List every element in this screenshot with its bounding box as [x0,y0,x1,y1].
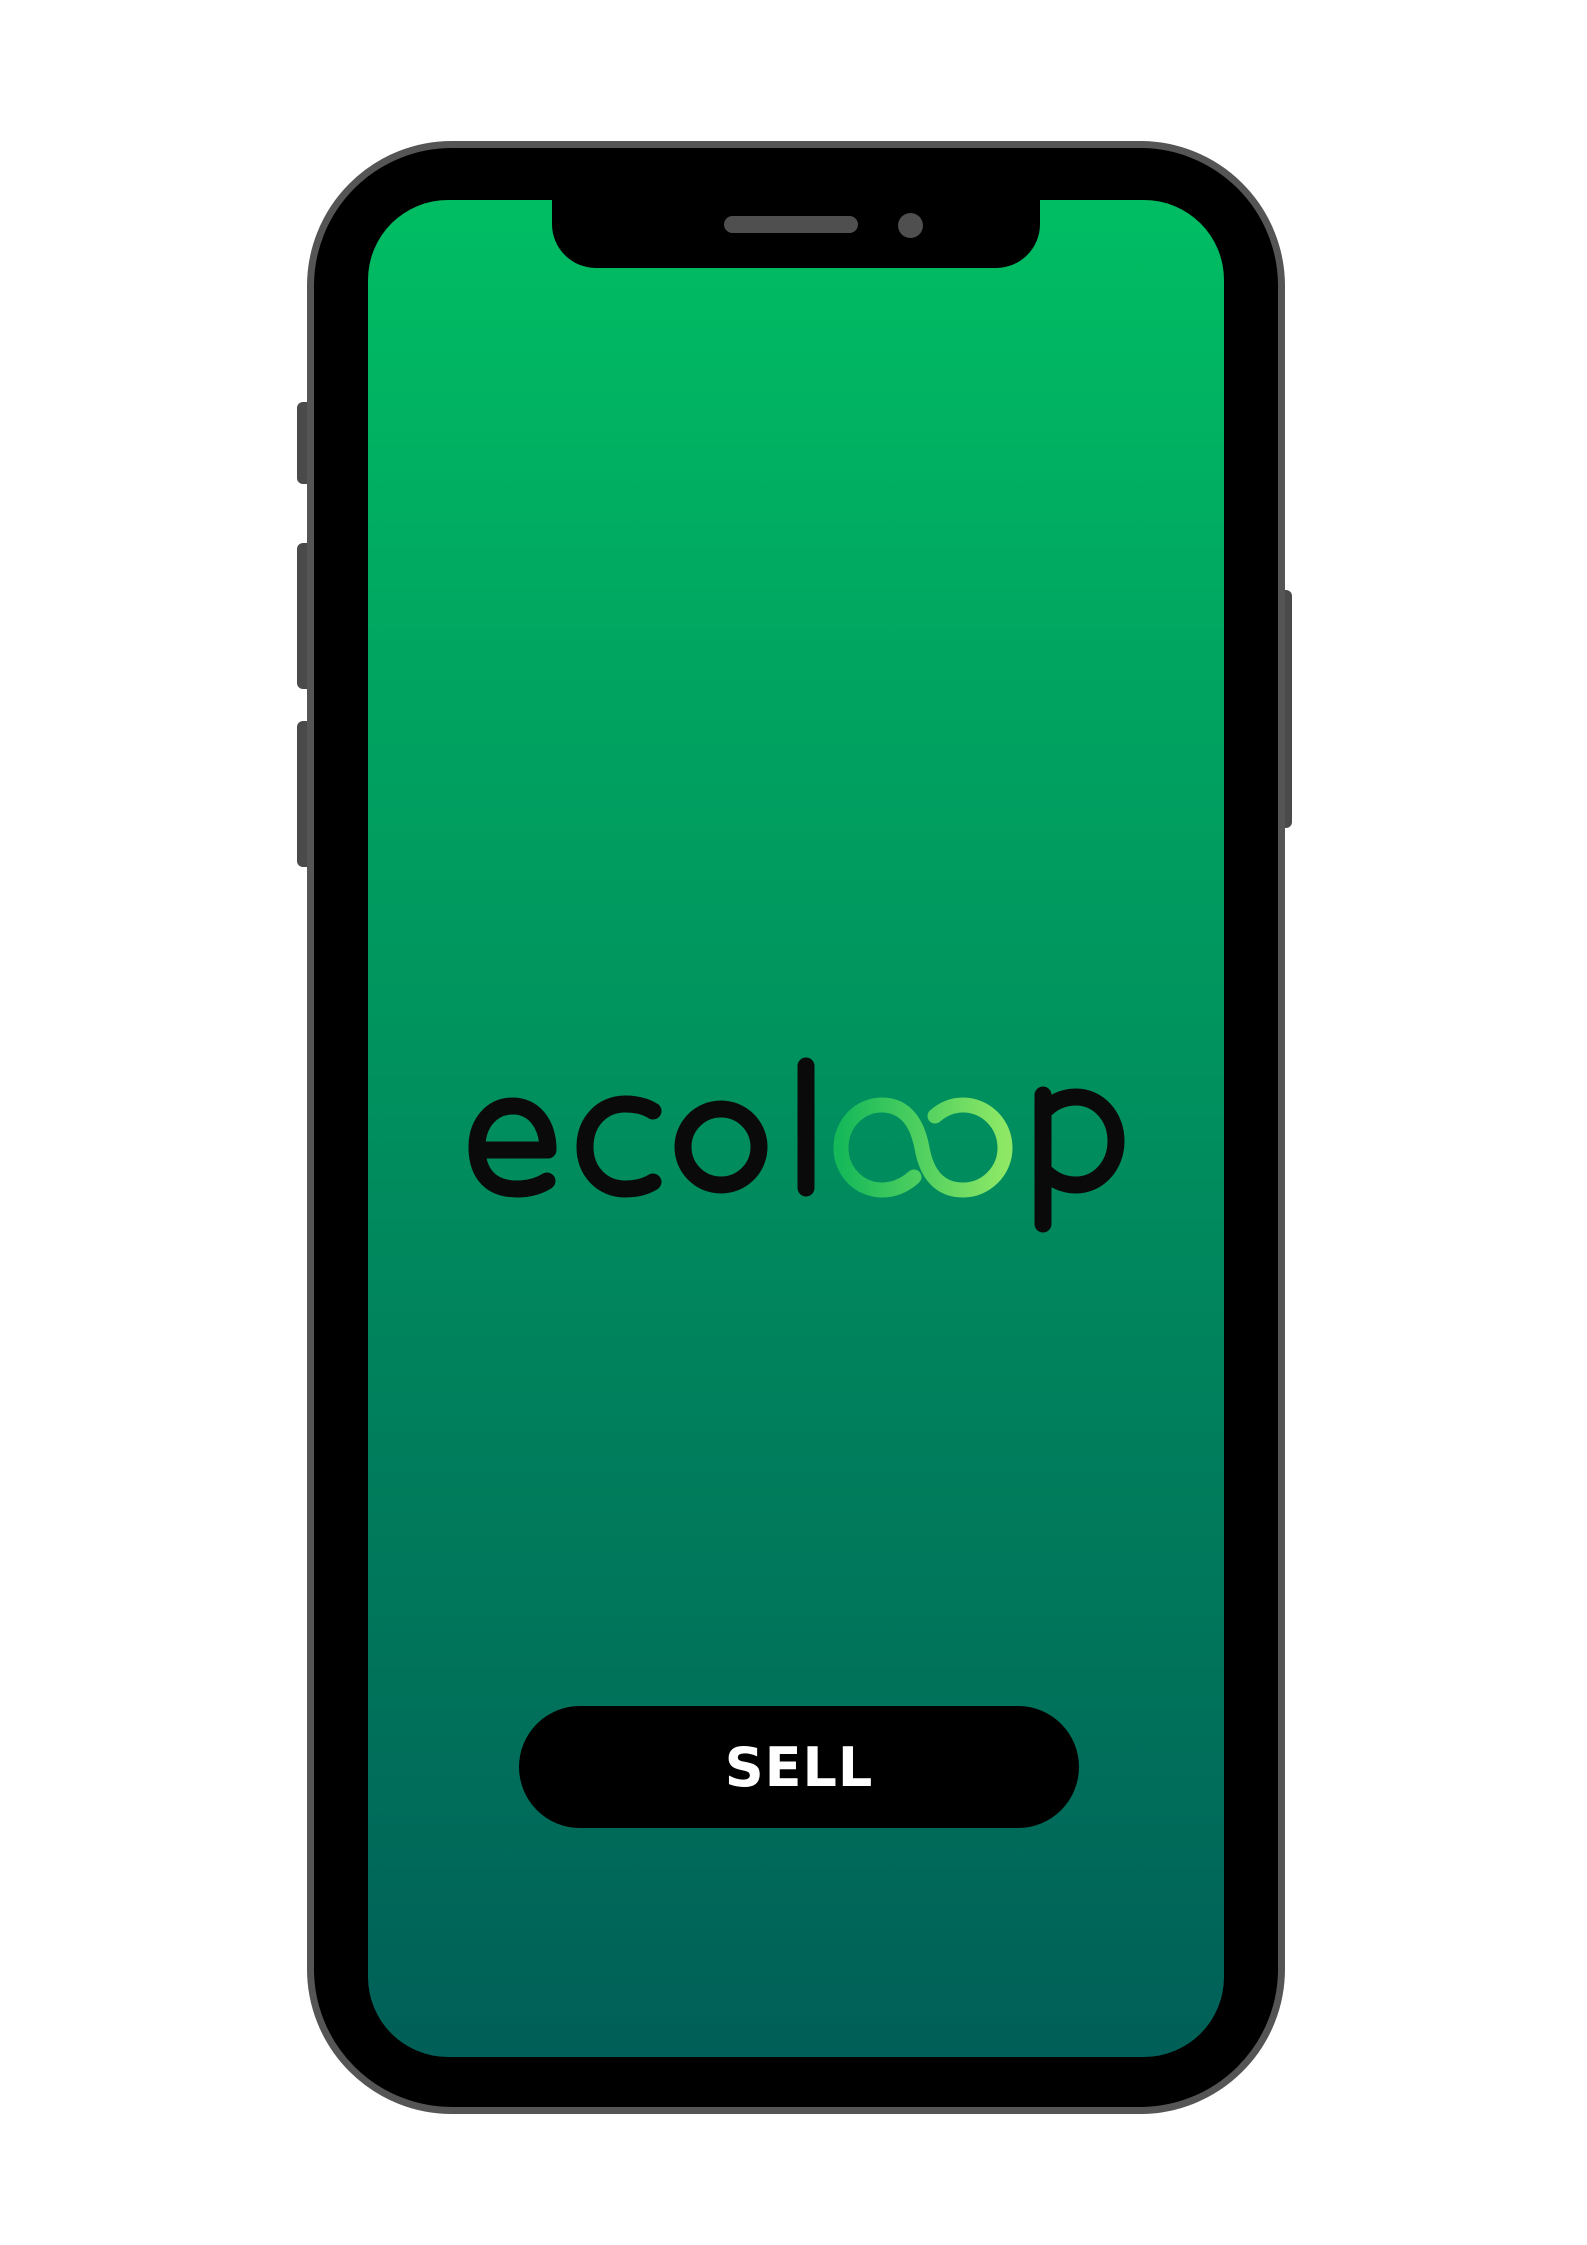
ecoloop-logo-icon: ecoloop [468,1057,1125,1233]
speaker-icon [724,216,858,233]
page: ecoloop SELL [0,0,1587,2245]
sell-button[interactable]: SELL [519,1706,1079,1828]
camera-icon [898,213,923,238]
